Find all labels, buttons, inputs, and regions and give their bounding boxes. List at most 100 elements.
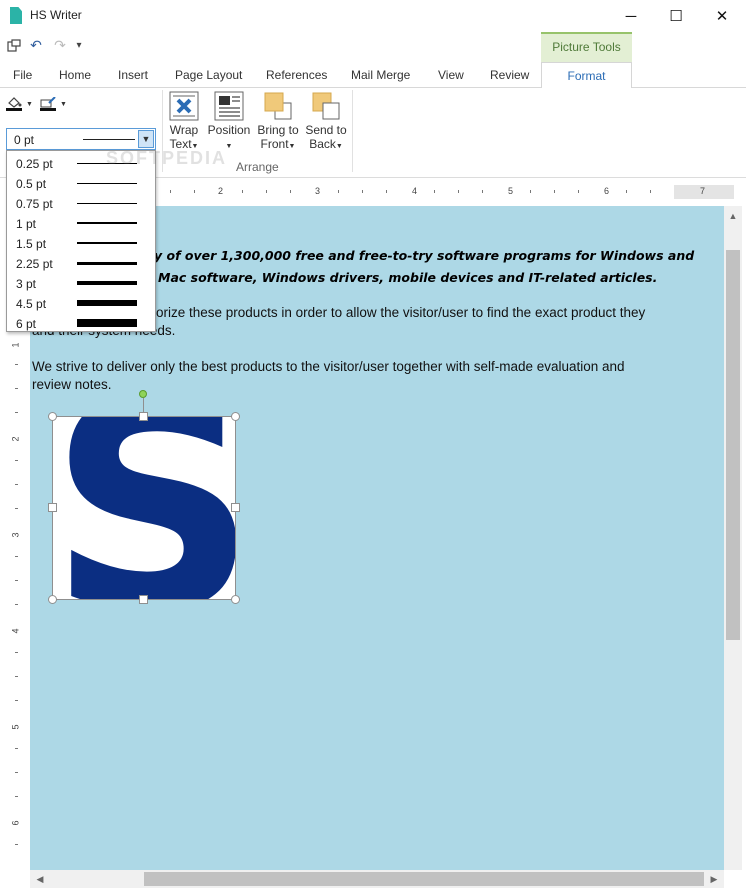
chevron-down-icon[interactable]: ▼ <box>138 130 154 148</box>
weight-option[interactable]: 0.75 pt <box>7 193 155 213</box>
position-label: Position <box>207 123 251 137</box>
weight-line <box>77 319 137 327</box>
weight-option-label: 0.25 pt <box>16 157 53 171</box>
weight-option-label: 4.5 pt <box>16 297 47 311</box>
weight-option-label: 2.25 pt <box>16 257 53 271</box>
maximize-button[interactable]: ☐ <box>653 0 699 32</box>
outline-weight-combo[interactable]: 0 pt ▼ <box>6 128 156 150</box>
tab-home[interactable]: Home <box>59 68 91 82</box>
bring-to-front-label-2: Front <box>260 137 289 151</box>
ruler-number: 6 <box>604 186 610 196</box>
weight-line <box>77 203 137 204</box>
weight-option-label: 6 pt <box>16 317 37 331</box>
title-bar: HS Writer ─ ☐ ✕ <box>0 0 746 32</box>
paragraph-1-line-1: orize these products in order to allow t… <box>156 305 646 320</box>
resize-handle-top-right[interactable] <box>231 412 240 421</box>
send-to-back-label-1: Send to <box>305 123 347 137</box>
chevron-down-icon: ▼ <box>60 100 67 108</box>
tab-review[interactable]: Review <box>490 68 529 82</box>
scroll-right-icon[interactable]: ▶ <box>706 871 722 887</box>
ruler-number: 3 <box>10 532 21 538</box>
pen-icon <box>40 97 56 111</box>
wrap-text-label-1: Wrap <box>169 123 199 137</box>
resize-handle-left[interactable] <box>48 503 57 512</box>
horizontal-scroll-thumb[interactable] <box>144 872 704 886</box>
ruler-number: 5 <box>10 724 21 730</box>
ruler-number: 2 <box>218 186 224 196</box>
quick-access-toolbar: ↶ ↷ ▾ <box>0 34 540 56</box>
weight-option[interactable]: 0.5 pt <box>7 173 155 193</box>
bring-to-front-icon <box>263 91 293 121</box>
layout-icon[interactable] <box>6 36 22 54</box>
bring-to-front-button[interactable]: Bring to Front▼ <box>255 91 301 157</box>
resize-handle-top[interactable] <box>139 412 148 421</box>
ruler-number: 4 <box>412 186 418 196</box>
ruler-number: 2 <box>10 436 21 442</box>
tab-page-layout[interactable]: Page Layout <box>175 68 242 82</box>
resize-handle-bottom-left[interactable] <box>48 595 57 604</box>
customize-qat-icon[interactable]: ▾ <box>72 36 86 54</box>
weight-option-label: 3 pt <box>16 277 37 291</box>
ruler-number: 6 <box>10 820 21 826</box>
weight-line <box>77 222 137 224</box>
send-to-back-button[interactable]: Send to Back▼ <box>304 91 348 157</box>
weight-option[interactable]: 1.5 pt <box>7 233 155 253</box>
picture-tools-group: Picture Tools <box>541 32 632 62</box>
scroll-left-icon[interactable]: ◀ <box>32 871 48 887</box>
ribbon-tabs: File Home Insert Page Layout References … <box>0 62 746 89</box>
picture-tools-label: Picture Tools <box>552 40 621 54</box>
rotate-handle[interactable] <box>139 390 147 398</box>
send-to-back-icon <box>311 91 341 121</box>
tab-view[interactable]: View <box>438 68 464 82</box>
tab-file[interactable]: File <box>13 68 32 82</box>
outline-weight-value: 0 pt <box>14 133 35 147</box>
close-button[interactable]: ✕ <box>699 0 745 32</box>
resize-handle-bottom-right[interactable] <box>231 595 240 604</box>
scroll-up-icon[interactable]: ▲ <box>724 208 742 224</box>
weight-option[interactable]: 2.25 pt <box>7 253 155 273</box>
weight-option[interactable]: 6 pt <box>7 313 155 333</box>
chevron-down-icon: ▼ <box>288 143 296 150</box>
send-to-back-label-2: Back <box>309 137 336 151</box>
redo-icon[interactable]: ↷ <box>50 36 70 54</box>
chevron-down-icon: ▼ <box>26 100 33 108</box>
chevron-down-icon: ▼ <box>335 143 343 150</box>
app-icon <box>10 7 22 24</box>
horizontal-scrollbar[interactable]: ◀ ▶ <box>30 870 724 888</box>
softpedia-logo-image: S <box>49 339 258 676</box>
ruler-number: 7 <box>700 186 706 196</box>
undo-icon[interactable]: ↶ <box>26 36 46 54</box>
shape-fill-button[interactable]: ▼ <box>6 96 33 112</box>
selected-picture[interactable]: S <box>49 339 258 676</box>
weight-option[interactable]: 3 pt <box>7 273 155 293</box>
tab-format[interactable]: Format <box>541 62 632 89</box>
watermark: SOFTPEDIA <box>106 148 228 168</box>
vertical-scroll-thumb[interactable] <box>726 250 740 640</box>
weight-option[interactable]: 1 pt <box>7 213 155 233</box>
outline-weight-dropdown: 0.25 pt 0.5 pt 0.75 pt 1 pt 1.5 pt 2.25 … <box>6 150 156 332</box>
weight-preview-line <box>83 139 135 140</box>
paragraph-2-line-2: review notes. <box>32 377 112 392</box>
weight-option-label: 0.75 pt <box>16 197 53 211</box>
minimize-button[interactable]: ─ <box>608 0 654 32</box>
resize-handle-right[interactable] <box>231 503 240 512</box>
paragraph-2-line-1: We strive to deliver only the best produ… <box>32 359 625 374</box>
weight-line <box>77 242 137 244</box>
rotate-handle-stem <box>143 398 144 412</box>
weight-option-label: 1 pt <box>16 217 37 231</box>
shape-outline-button[interactable]: ▼ <box>40 96 67 112</box>
vertical-scrollbar[interactable]: ▲ <box>724 206 742 870</box>
resize-handle-top-left[interactable] <box>48 412 57 421</box>
resize-handle-bottom[interactable] <box>139 595 148 604</box>
wrap-text-icon <box>169 91 199 121</box>
weight-option-label: 1.5 pt <box>16 237 47 251</box>
tab-references[interactable]: References <box>266 68 327 82</box>
weight-line <box>77 183 137 184</box>
tab-insert[interactable]: Insert <box>118 68 148 82</box>
window-title: HS Writer <box>30 8 82 22</box>
ribbon-separator <box>352 90 353 172</box>
bring-to-front-label-1: Bring to <box>257 123 299 137</box>
weight-option[interactable]: 4.5 pt <box>7 293 155 313</box>
tab-mail-merge[interactable]: Mail Merge <box>351 68 410 82</box>
ruler-number: 1 <box>10 342 21 348</box>
